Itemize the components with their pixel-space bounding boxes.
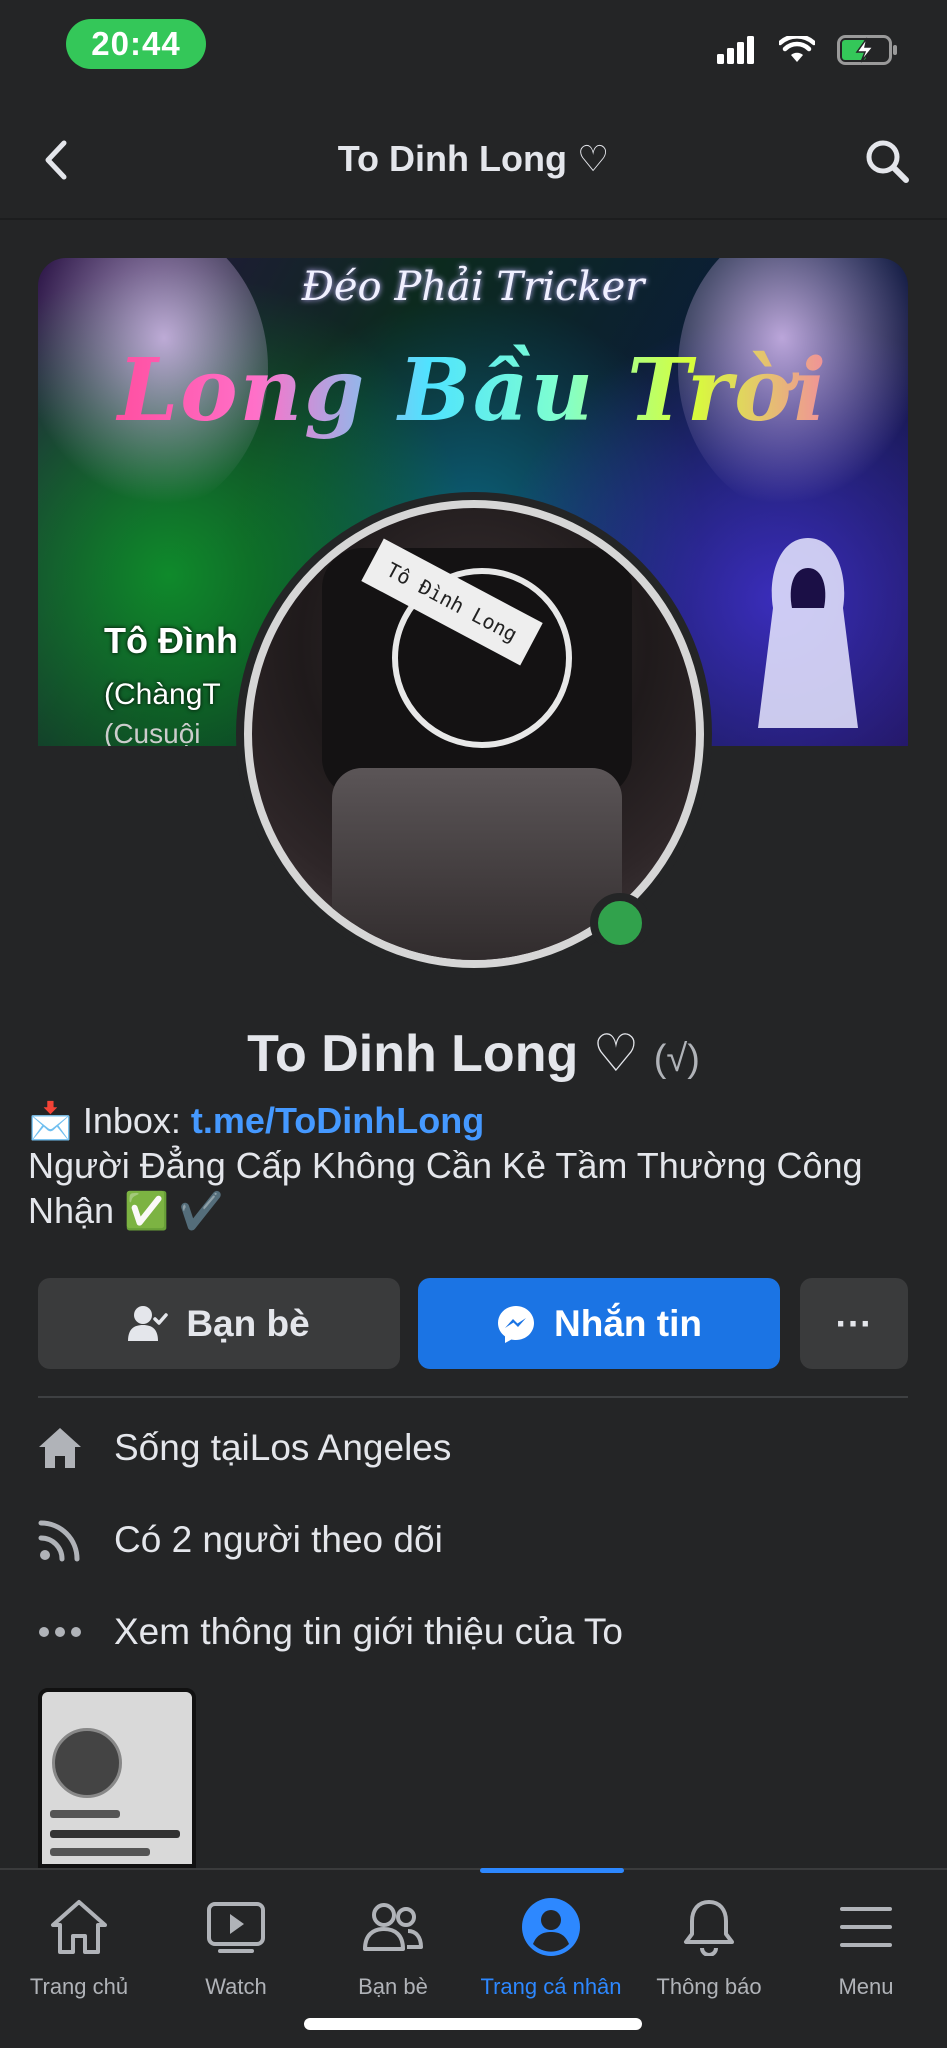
friend-check-icon: [128, 1305, 169, 1341]
rss-icon: [36, 1516, 84, 1564]
nav-label-profile: Trang cá nhân: [480, 1974, 622, 1999]
featured-photo-thumbnail[interactable]: [38, 1688, 196, 1868]
messenger-icon: [498, 1305, 534, 1343]
detail-see-about-text: Xem thông tin giới thiệu của To: [114, 1611, 624, 1652]
hooded-figure-graphic: [758, 538, 858, 728]
nav-item-home[interactable]: Trang chủ: [0, 1870, 158, 2020]
cover-name-line-2: (ChàngT: [104, 678, 221, 711]
cover-name-line: Tô Đình: [104, 620, 238, 661]
detail-lives-in-prefix: Sống tại: [114, 1427, 250, 1468]
cover-subtitle: Đéo Phải Tricker: [301, 264, 645, 310]
friends-icon: [360, 1894, 426, 1960]
more-dots-icon: ···: [835, 1302, 873, 1344]
home-icon: [36, 1424, 84, 1472]
nav-item-watch[interactable]: Watch: [157, 1870, 315, 2020]
inbox-envelope-icon: 📩: [28, 1100, 73, 1141]
nav-label-watch: Watch: [205, 1974, 267, 1999]
profile-bio: 📩 Inbox: t.me/ToDinhLong Người Đẳng Cấp …: [28, 1098, 908, 1233]
online-status-dot: [590, 893, 650, 953]
nav-item-friends[interactable]: Bạn bè: [314, 1870, 472, 2020]
inbox-label: Inbox:: [82, 1100, 191, 1141]
status-time: 20:44: [66, 19, 206, 69]
detail-followers[interactable]: Có 2 người theo dõi: [36, 1510, 916, 1570]
home-indicator[interactable]: [304, 2018, 642, 2030]
nav-label-notifications: Thông báo: [656, 1974, 762, 1999]
cover-name-line-3: (Cusuội: [104, 718, 201, 746]
home-icon: [46, 1894, 112, 1960]
battery-charging-icon: [837, 35, 897, 65]
menu-icon: [833, 1894, 899, 1960]
bio-inbox-line: 📩 Inbox: t.me/ToDinhLong: [28, 1098, 908, 1143]
bell-icon: [676, 1894, 742, 1960]
detail-lives-in: Sống tại Los Angeles: [36, 1418, 916, 1478]
friends-button[interactable]: Bạn bè: [38, 1278, 400, 1369]
status-bar: 20:44: [0, 0, 947, 90]
detail-followers-text: Có 2 người theo dõi: [114, 1519, 443, 1560]
more-dots-icon: [36, 1608, 84, 1656]
header: To Dinh Long ♡: [0, 100, 947, 220]
nav-item-notifications[interactable]: Thông báo: [630, 1870, 788, 2020]
profile-name: To Dinh Long ♡: [247, 1025, 640, 1083]
active-tab-indicator: [480, 1868, 624, 1873]
search-button[interactable]: [859, 133, 915, 189]
wifi-icon: [779, 36, 815, 62]
detail-lives-in-city[interactable]: Los Angeles: [250, 1427, 452, 1469]
inbox-link[interactable]: t.me/ToDinhLong: [191, 1100, 484, 1141]
section-divider: [38, 1396, 908, 1398]
message-button[interactable]: Nhắn tin: [418, 1278, 780, 1369]
thumbnail-line: [50, 1810, 120, 1818]
thumbnail-avatar-graphic: [52, 1728, 122, 1798]
watch-icon: [203, 1894, 269, 1960]
message-button-label: Nhắn tin: [554, 1302, 702, 1344]
thumbnail-line: [50, 1848, 150, 1856]
more-options-button[interactable]: ···: [800, 1278, 908, 1369]
cover-title: Long Bầu Trời: [38, 340, 908, 441]
thumbnail-line: [50, 1830, 180, 1838]
avatar-shorts-graphic: [332, 768, 622, 960]
nav-item-profile[interactable]: Trang cá nhân: [472, 1870, 630, 2020]
signal-icon: [717, 36, 754, 64]
profile-icon: [518, 1894, 584, 1960]
nav-label-friends: Bạn bè: [358, 1974, 428, 1999]
search-icon: [866, 140, 909, 183]
nav-label-menu: Menu: [838, 1974, 894, 1999]
nav-item-menu[interactable]: Menu: [787, 1870, 945, 2020]
detail-see-about[interactable]: Xem thông tin giới thiệu của To: [36, 1602, 916, 1662]
profile-actions: Bạn bè Nhắn tin ···: [38, 1278, 908, 1369]
verified-mark: (√): [653, 1038, 700, 1080]
profile-name-row: To Dinh Long ♡ (√): [0, 1024, 947, 1084]
friends-button-label: Bạn bè: [186, 1302, 310, 1344]
status-icons: [717, 30, 899, 70]
header-title: To Dinh Long ♡: [337, 138, 610, 179]
nav-label-home: Trang chủ: [29, 1974, 129, 1999]
bio-text: Người Đẳng Cấp Không Cần Kẻ Tầm Thường C…: [28, 1145, 863, 1231]
